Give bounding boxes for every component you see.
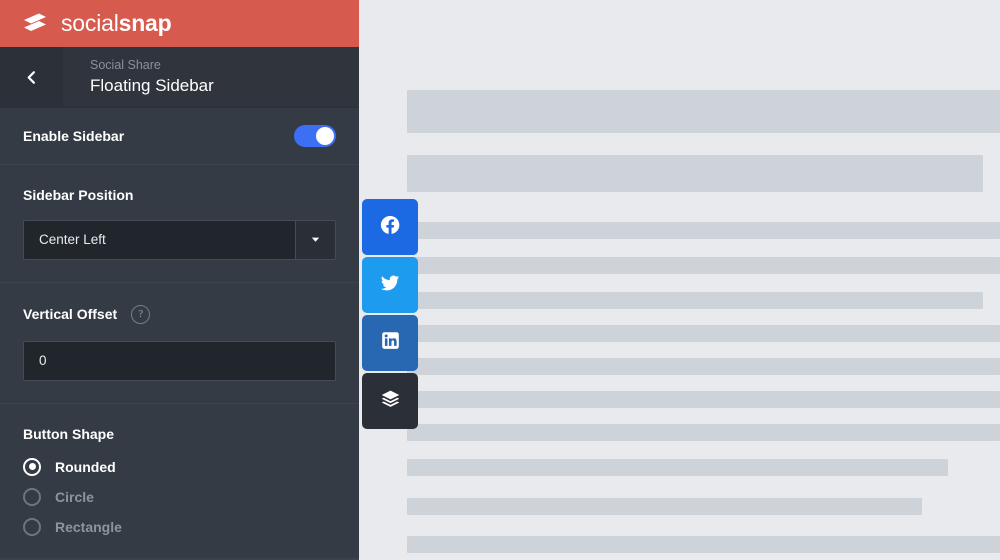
sidebar-position-section: Sidebar Position Center Left: [0, 165, 359, 283]
content-placeholder-bar: [407, 155, 983, 192]
brand-wordmark: socialsnap: [61, 10, 172, 37]
chevron-down-icon[interactable]: [295, 220, 335, 259]
share-button-linkedin[interactable]: [362, 315, 418, 371]
sidebar-position-label: Sidebar Position: [23, 186, 134, 203]
content-placeholder-bar: [407, 222, 1000, 239]
sidebar-position-value: Center Left: [24, 220, 295, 259]
breadcrumb: Social Share: [90, 58, 161, 73]
content-placeholder-bar: [407, 498, 922, 515]
vertical-offset-label-row: Vertical Offset ?: [23, 304, 336, 324]
share-button-twitter[interactable]: [362, 257, 418, 313]
page-preview: [359, 0, 1000, 560]
back-button[interactable]: [0, 47, 63, 107]
content-placeholder-bar: [407, 358, 1000, 375]
share-button-more[interactable]: [362, 373, 418, 429]
radio-mark-icon: [23, 487, 41, 506]
radio-option-circle[interactable]: Circle: [23, 487, 336, 506]
page-title: Floating Sidebar: [90, 76, 214, 96]
content-placeholder-bar: [407, 325, 1000, 342]
radio-mark-icon: [23, 457, 41, 476]
vertical-offset-input[interactable]: [23, 340, 336, 381]
radio-label-rounded: Rounded: [55, 458, 116, 475]
brand-name-light: social: [61, 10, 119, 37]
question-mark-icon[interactable]: ?: [131, 304, 151, 324]
content-placeholder-bar: [407, 292, 983, 309]
settings-panel: socialsnap Social Share Floating Sidebar…: [0, 0, 359, 560]
brand-name-bold: snap: [118, 10, 172, 37]
linkedin-icon: [380, 330, 401, 356]
content-placeholder-bar: [407, 424, 1000, 441]
content-placeholder-bar: [407, 90, 1000, 133]
enable-sidebar-toggle[interactable]: [294, 124, 336, 147]
facebook-icon: [379, 214, 401, 241]
radio-mark-icon: [23, 517, 41, 536]
twitter-icon: [379, 272, 401, 299]
socialsnap-layers-icon: [20, 9, 50, 39]
content-placeholder-bar: [407, 257, 1000, 274]
sidebar-position-select[interactable]: Center Left: [23, 219, 336, 260]
socialsnap-layers-icon: [380, 388, 401, 414]
floating-sidebar-settings-screen: socialsnap Social Share Floating Sidebar…: [0, 0, 1000, 560]
brand-bar: socialsnap: [0, 0, 359, 48]
vertical-offset-section: Vertical Offset ?: [0, 283, 359, 404]
content-placeholder-bar: [407, 536, 1000, 553]
button-shape-radio-group: Rounded Circle Rectangle: [23, 457, 336, 536]
content-placeholder-bar: [407, 391, 1000, 408]
content-placeholder-bar: [407, 459, 948, 476]
button-shape-label: Button Shape: [23, 425, 114, 442]
radio-option-rounded[interactable]: Rounded: [23, 457, 336, 476]
panel-title-group: Social Share Floating Sidebar: [63, 47, 359, 106]
enable-sidebar-label: Enable Sidebar: [23, 127, 125, 144]
panel-header: Social Share Floating Sidebar: [0, 47, 359, 108]
radio-label-rectangle: Rectangle: [55, 518, 122, 535]
enable-sidebar-row: Enable Sidebar: [0, 108, 359, 165]
button-shape-section: Button Shape Rounded Circle Rectangle: [0, 404, 359, 559]
radio-option-rectangle[interactable]: Rectangle: [23, 517, 336, 536]
toggle-knob: [316, 126, 334, 145]
radio-label-circle: Circle: [55, 488, 94, 505]
chevron-left-icon: [24, 70, 39, 85]
vertical-offset-label: Vertical Offset: [23, 306, 118, 323]
floating-share-bar: [362, 199, 418, 429]
share-button-facebook[interactable]: [362, 199, 418, 255]
